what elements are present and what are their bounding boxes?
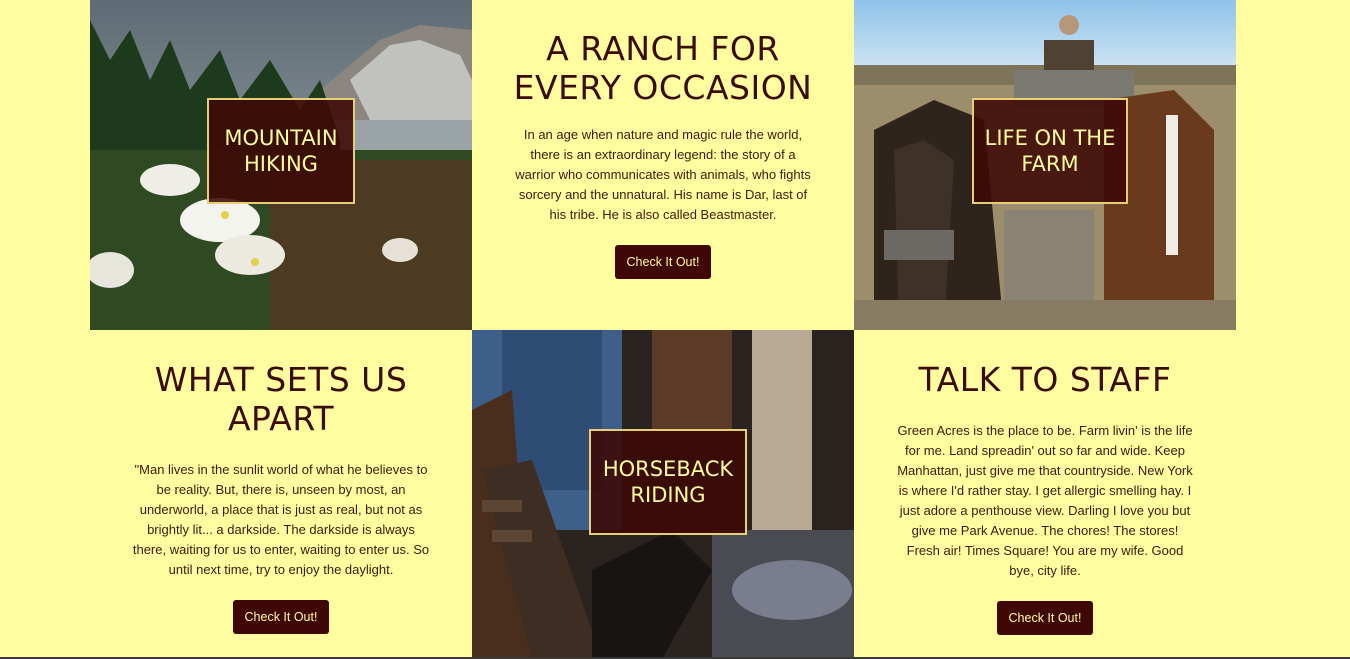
staff-description: Green Acres is the place to be. Farm liv… [897, 423, 1193, 578]
mountain-hiking-label[interactable]: MOUNTAIN HIKING [207, 98, 355, 204]
mountain-hiking-card[interactable]: MOUNTAIN HIKING [90, 0, 472, 330]
apart-title-line2: APART [227, 399, 335, 438]
staff-check-it-out-button[interactable]: Check It Out! [996, 601, 1094, 635]
talk-to-staff-card: TALK TO STAFF Green Acres is the place t… [854, 330, 1236, 659]
horseback-riding-label-line1: HORSEBACK [602, 457, 734, 481]
horseback-riding-label-line2: RIDING [630, 483, 706, 507]
life-on-farm-label-line2: FARM [1021, 152, 1079, 176]
apart-check-it-out-button[interactable]: Check It Out! [232, 600, 330, 634]
ranch-check-it-out-button[interactable]: Check It Out! [614, 245, 712, 279]
horseback-riding-label[interactable]: HORSEBACK RIDING [589, 429, 747, 535]
what-sets-us-apart-card: WHAT SETS US APART "Man lives in the sun… [90, 330, 472, 659]
horseback-riding-card[interactable]: HORSEBACK RIDING [472, 330, 854, 659]
life-on-farm-label-line1: LIFE ON THE [984, 126, 1116, 150]
ranch-title-line2: EVERY OCCASION [513, 68, 813, 107]
apart-title: WHAT SETS US APART [90, 360, 472, 438]
feature-grid: MOUNTAIN HIKING A RANCH FOR EVERY OCCASI… [90, 0, 1237, 659]
mountain-hiking-label-line2: HIKING [244, 152, 318, 176]
ranch-title-line1: A RANCH FOR [546, 29, 780, 68]
apart-title-line1: WHAT SETS US [154, 360, 408, 399]
ranch-card: A RANCH FOR EVERY OCCASION In an age whe… [472, 0, 854, 330]
life-on-farm-card[interactable]: LIFE ON THE FARM [854, 0, 1236, 330]
staff-title-line1: TALK TO STAFF [918, 360, 1172, 399]
apart-description: "Man lives in the sunlit world of what h… [132, 462, 430, 577]
ranch-description: In an age when nature and magic rule the… [515, 127, 811, 222]
mountain-hiking-label-line1: MOUNTAIN [224, 126, 338, 150]
life-on-farm-label[interactable]: LIFE ON THE FARM [972, 98, 1128, 204]
staff-title: TALK TO STAFF [854, 360, 1236, 399]
ranch-title: A RANCH FOR EVERY OCCASION [472, 29, 854, 107]
